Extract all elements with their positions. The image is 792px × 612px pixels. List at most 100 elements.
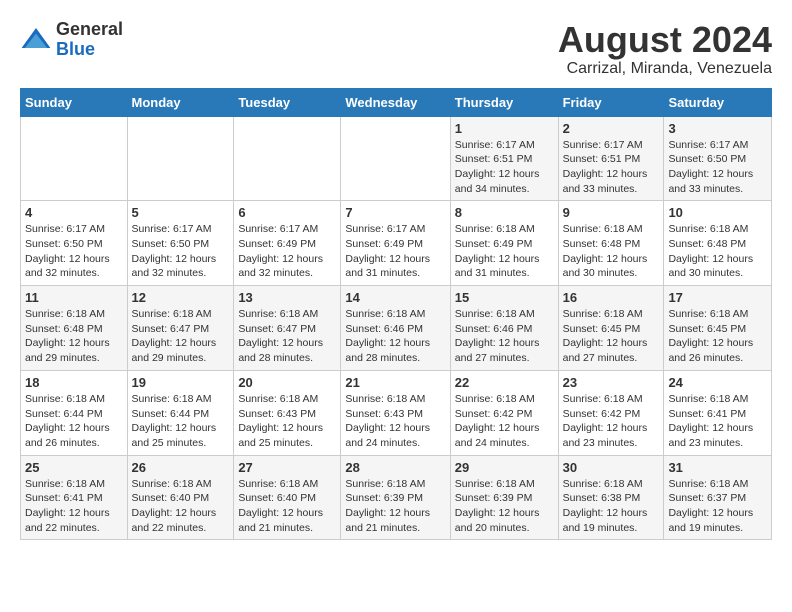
day-info: Sunrise: 6:18 AM Sunset: 6:47 PM Dayligh… bbox=[238, 307, 336, 366]
calendar-cell: 7 Sunrise: 6:17 AM Sunset: 6:49 PM Daylig… bbox=[341, 201, 450, 286]
week-row-5: 25Sunrise: 6:18 AM Sunset: 6:41 PM Dayli… bbox=[21, 455, 772, 540]
day-info: Sunrise: 6:18 AM Sunset: 6:42 PM Dayligh… bbox=[563, 392, 660, 451]
day-info: Sunrise: 6:18 AM Sunset: 6:43 PM Dayligh… bbox=[238, 392, 336, 451]
calendar-cell: 15 Sunrise: 6:18 AM Sunset: 6:46 PM Dayli… bbox=[450, 286, 558, 371]
week-row-4: 18 Sunrise: 6:18 AM Sunset: 6:44 PM Dayli… bbox=[21, 370, 772, 455]
day-info: Sunrise: 6:18 AM Sunset: 6:44 PM Dayligh… bbox=[25, 392, 123, 451]
day-number: 23 bbox=[563, 375, 660, 390]
day-number: 19 bbox=[132, 375, 230, 390]
day-info: Sunrise: 6:17 AM Sunset: 6:50 PM Dayligh… bbox=[132, 222, 230, 281]
calendar-cell: 21Sunrise: 6:18 AM Sunset: 6:43 PM Dayli… bbox=[341, 370, 450, 455]
calendar-cell: 13 Sunrise: 6:18 AM Sunset: 6:47 PM Dayli… bbox=[234, 286, 341, 371]
day-info: Sunrise: 6:18 AM Sunset: 6:46 PM Dayligh… bbox=[455, 307, 554, 366]
weekday-header-thursday: Thursday bbox=[450, 88, 558, 116]
logo: General Blue bbox=[20, 20, 123, 60]
calendar-cell bbox=[234, 116, 341, 201]
day-number: 18 bbox=[25, 375, 123, 390]
day-number: 31 bbox=[668, 460, 767, 475]
day-number: 3 bbox=[668, 121, 767, 136]
calendar-cell bbox=[341, 116, 450, 201]
weekday-header-row: SundayMondayTuesdayWednesdayThursdayFrid… bbox=[21, 88, 772, 116]
month-year-title: August 2024 bbox=[558, 20, 772, 60]
day-info: Sunrise: 6:18 AM Sunset: 6:49 PM Dayligh… bbox=[455, 222, 554, 281]
day-number: 6 bbox=[238, 205, 336, 220]
calendar-body: 1 Sunrise: 6:17 AM Sunset: 6:51 PM Daylig… bbox=[21, 116, 772, 540]
calendar-cell: 10 Sunrise: 6:18 AM Sunset: 6:48 PM Dayli… bbox=[664, 201, 772, 286]
calendar-cell: 9 Sunrise: 6:18 AM Sunset: 6:48 PM Daylig… bbox=[558, 201, 664, 286]
calendar-cell: 28Sunrise: 6:18 AM Sunset: 6:39 PM Dayli… bbox=[341, 455, 450, 540]
logo-blue-text: Blue bbox=[56, 40, 123, 60]
day-info: Sunrise: 6:17 AM Sunset: 6:50 PM Dayligh… bbox=[668, 138, 767, 197]
day-info: Sunrise: 6:18 AM Sunset: 6:44 PM Dayligh… bbox=[132, 392, 230, 451]
day-info: Sunrise: 6:18 AM Sunset: 6:48 PM Dayligh… bbox=[668, 222, 767, 281]
calendar-cell: 24Sunrise: 6:18 AM Sunset: 6:41 PM Dayli… bbox=[664, 370, 772, 455]
day-number: 16 bbox=[563, 290, 660, 305]
location-subtitle: Carrizal, Miranda, Venezuela bbox=[558, 60, 772, 78]
calendar-cell: 22 Sunrise: 6:18 AM Sunset: 6:42 PM Dayli… bbox=[450, 370, 558, 455]
calendar-cell: 12 Sunrise: 6:18 AM Sunset: 6:47 PM Dayli… bbox=[127, 286, 234, 371]
day-info: Sunrise: 6:18 AM Sunset: 6:41 PM Dayligh… bbox=[25, 477, 123, 536]
logo-icon bbox=[20, 24, 52, 56]
weekday-header-saturday: Saturday bbox=[664, 88, 772, 116]
day-number: 2 bbox=[563, 121, 660, 136]
calendar-cell: 25Sunrise: 6:18 AM Sunset: 6:41 PM Dayli… bbox=[21, 455, 128, 540]
calendar-cell: 3 Sunrise: 6:17 AM Sunset: 6:50 PM Daylig… bbox=[664, 116, 772, 201]
week-row-1: 1 Sunrise: 6:17 AM Sunset: 6:51 PM Daylig… bbox=[21, 116, 772, 201]
calendar-cell: 5 Sunrise: 6:17 AM Sunset: 6:50 PM Daylig… bbox=[127, 201, 234, 286]
day-number: 12 bbox=[132, 290, 230, 305]
day-number: 15 bbox=[455, 290, 554, 305]
day-info: Sunrise: 6:18 AM Sunset: 6:48 PM Dayligh… bbox=[25, 307, 123, 366]
weekday-header-monday: Monday bbox=[127, 88, 234, 116]
calendar-cell: 11Sunrise: 6:18 AM Sunset: 6:48 PM Dayli… bbox=[21, 286, 128, 371]
day-info: Sunrise: 6:18 AM Sunset: 6:40 PM Dayligh… bbox=[238, 477, 336, 536]
calendar-cell: 4Sunrise: 6:17 AM Sunset: 6:50 PM Daylig… bbox=[21, 201, 128, 286]
day-number: 4 bbox=[25, 205, 123, 220]
calendar-cell bbox=[21, 116, 128, 201]
day-info: Sunrise: 6:18 AM Sunset: 6:37 PM Dayligh… bbox=[668, 477, 767, 536]
calendar-cell: 16 Sunrise: 6:18 AM Sunset: 6:45 PM Dayli… bbox=[558, 286, 664, 371]
day-info: Sunrise: 6:17 AM Sunset: 6:49 PM Dayligh… bbox=[345, 222, 445, 281]
day-number: 5 bbox=[132, 205, 230, 220]
day-number: 28 bbox=[345, 460, 445, 475]
calendar-cell: 14 Sunrise: 6:18 AM Sunset: 6:46 PM Dayli… bbox=[341, 286, 450, 371]
calendar-cell: 17 Sunrise: 6:18 AM Sunset: 6:45 PM Dayli… bbox=[664, 286, 772, 371]
day-info: Sunrise: 6:18 AM Sunset: 6:42 PM Dayligh… bbox=[455, 392, 554, 451]
day-number: 9 bbox=[563, 205, 660, 220]
day-number: 1 bbox=[455, 121, 554, 136]
day-info: Sunrise: 6:17 AM Sunset: 6:51 PM Dayligh… bbox=[455, 138, 554, 197]
calendar-cell: 19 Sunrise: 6:18 AM Sunset: 6:44 PM Dayli… bbox=[127, 370, 234, 455]
day-number: 14 bbox=[345, 290, 445, 305]
week-row-2: 4 Sunrise: 6:17 AM Sunset: 6:50 PM Daylig… bbox=[21, 201, 772, 286]
day-number: 21 bbox=[345, 375, 445, 390]
title-block: August 2024 Carrizal, Miranda, Venezuela bbox=[558, 20, 772, 78]
calendar-cell: 2Sunrise: 6:17 AM Sunset: 6:51 PM Daylig… bbox=[558, 116, 664, 201]
day-info: Sunrise: 6:18 AM Sunset: 6:40 PM Dayligh… bbox=[132, 477, 230, 536]
weekday-header-tuesday: Tuesday bbox=[234, 88, 341, 116]
day-number: 22 bbox=[455, 375, 554, 390]
day-number: 13 bbox=[238, 290, 336, 305]
day-number: 10 bbox=[668, 205, 767, 220]
day-number: 26 bbox=[132, 460, 230, 475]
calendar-cell: 23 Sunrise: 6:18 AM Sunset: 6:42 PM Dayli… bbox=[558, 370, 664, 455]
day-info: Sunrise: 6:18 AM Sunset: 6:47 PM Dayligh… bbox=[132, 307, 230, 366]
day-info: Sunrise: 6:18 AM Sunset: 6:48 PM Dayligh… bbox=[563, 222, 660, 281]
day-number: 27 bbox=[238, 460, 336, 475]
day-info: Sunrise: 6:18 AM Sunset: 6:45 PM Dayligh… bbox=[668, 307, 767, 366]
day-info: Sunrise: 6:18 AM Sunset: 6:45 PM Dayligh… bbox=[563, 307, 660, 366]
day-number: 7 bbox=[345, 205, 445, 220]
day-info: Sunrise: 6:18 AM Sunset: 6:46 PM Dayligh… bbox=[345, 307, 445, 366]
day-info: Sunrise: 6:17 AM Sunset: 6:49 PM Dayligh… bbox=[238, 222, 336, 281]
calendar-cell: 6 Sunrise: 6:17 AM Sunset: 6:49 PM Daylig… bbox=[234, 201, 341, 286]
day-number: 29 bbox=[455, 460, 554, 475]
day-number: 17 bbox=[668, 290, 767, 305]
calendar-table: SundayMondayTuesdayWednesdayThursdayFrid… bbox=[20, 88, 772, 541]
calendar-cell: 29Sunrise: 6:18 AM Sunset: 6:39 PM Dayli… bbox=[450, 455, 558, 540]
calendar-cell: 31 Sunrise: 6:18 AM Sunset: 6:37 PM Dayli… bbox=[664, 455, 772, 540]
day-info: Sunrise: 6:18 AM Sunset: 6:41 PM Dayligh… bbox=[668, 392, 767, 451]
page-header: General Blue August 2024 Carrizal, Miran… bbox=[20, 20, 772, 78]
day-number: 20 bbox=[238, 375, 336, 390]
week-row-3: 11Sunrise: 6:18 AM Sunset: 6:48 PM Dayli… bbox=[21, 286, 772, 371]
calendar-cell: 30Sunrise: 6:18 AM Sunset: 6:38 PM Dayli… bbox=[558, 455, 664, 540]
day-number: 30 bbox=[563, 460, 660, 475]
weekday-header-sunday: Sunday bbox=[21, 88, 128, 116]
